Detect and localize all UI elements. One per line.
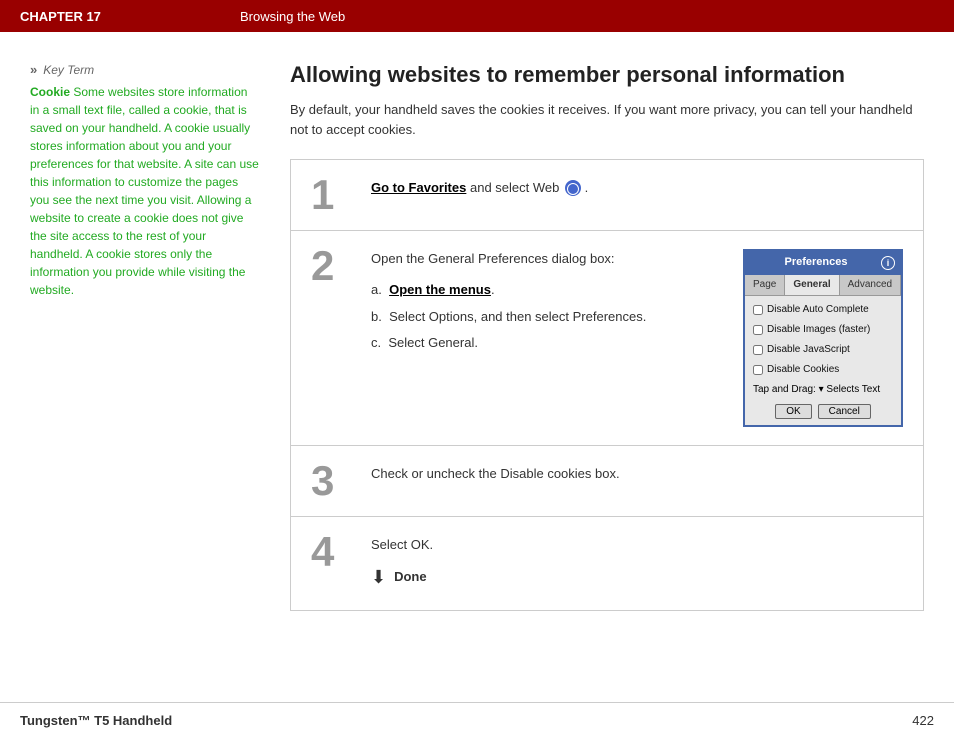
step-2-item-b: b. Select Options, and then select Prefe…: [371, 307, 723, 328]
info-icon[interactable]: i: [881, 256, 895, 270]
step-2-list: a. Open the menus. b. Select Options, an…: [371, 280, 723, 354]
step-4-number: 4: [291, 517, 371, 587]
step-3: 3 Check or uncheck the Disable cookies b…: [291, 446, 923, 517]
dialog-buttons: OK Cancel: [753, 404, 893, 419]
step-2-item-c: c. Select General.: [371, 333, 723, 354]
cookies-label: Disable Cookies: [767, 362, 839, 378]
step-3-text: Check or uncheck the Disable cookies box…: [371, 466, 620, 481]
main-content: » Key Term Cookie Some websites store in…: [0, 32, 954, 702]
javascript-label: Disable JavaScript: [767, 342, 850, 358]
cookies-checkbox[interactable]: [753, 365, 763, 375]
step-2-number: 2: [291, 231, 371, 301]
pref-row-autocomplete: Disable Auto Complete: [753, 302, 893, 318]
key-term-header: » Key Term: [30, 62, 260, 77]
brand-name: Tungsten™ T5 Handheld: [20, 713, 172, 728]
images-label: Disable Images (faster): [767, 322, 870, 338]
step-1-content: Go to Favorites and select Web .: [371, 160, 923, 217]
preferences-dialog: Preferences i Page General Advanced: [743, 249, 903, 427]
step-4: 4 Select OK. ⬇ Done: [291, 517, 923, 611]
pref-row-javascript: Disable JavaScript: [753, 342, 893, 358]
step-3-number: 3: [291, 446, 371, 516]
tab-page[interactable]: Page: [745, 275, 785, 295]
go-to-favorites-link[interactable]: Go to Favorites: [371, 180, 466, 195]
sidebar: » Key Term Cookie Some websites store in…: [0, 62, 280, 702]
pref-row-cookies: Disable Cookies: [753, 362, 893, 378]
key-term-body: Cookie Some websites store information i…: [30, 83, 260, 299]
tap-drag-value: ▾ Selects Text: [819, 384, 881, 395]
step-2-inner: Open the General Preferences dialog box:…: [371, 249, 903, 427]
chapter-label: CHAPTER 17: [20, 9, 240, 24]
step-1-text-after: and select Web: [470, 180, 563, 195]
step-3-content: Check or uncheck the Disable cookies box…: [371, 446, 923, 503]
step-4-content: Select OK. ⬇ Done: [371, 517, 923, 611]
done-arrow-icon: ⬇: [371, 563, 386, 592]
chapter-title: Browsing the Web: [240, 9, 345, 24]
open-menus-link[interactable]: Open the menus: [389, 282, 491, 297]
dialog-body: Disable Auto Complete Disable Images (fa…: [745, 296, 901, 425]
javascript-checkbox[interactable]: [753, 345, 763, 355]
done-row: ⬇ Done: [371, 563, 903, 592]
page-footer: Tungsten™ T5 Handheld 422: [0, 702, 954, 738]
web-icon: [565, 180, 581, 196]
tap-drag-label: Tap and Drag:: [753, 384, 819, 395]
tab-advanced[interactable]: Advanced: [840, 275, 901, 295]
footer-page-number: 422: [912, 713, 934, 728]
step-4-text: Select OK.: [371, 535, 903, 556]
step-1-period: .: [585, 180, 589, 195]
keyword-text: Some websites store information in a sma…: [30, 85, 259, 297]
dialog-title: Preferences: [751, 254, 881, 272]
images-checkbox[interactable]: [753, 325, 763, 335]
keyword: Cookie: [30, 85, 70, 99]
dialog-titlebar: Preferences i: [745, 251, 901, 275]
step-1: 1 Go to Favorites and select Web .: [291, 160, 923, 231]
step-2-text: Open the General Preferences dialog box:…: [371, 249, 723, 360]
autocomplete-checkbox[interactable]: [753, 305, 763, 315]
page-title: Allowing websites to remember personal i…: [290, 62, 924, 88]
step-2: 2 Open the General Preferences dialog bo…: [291, 231, 923, 446]
page-header: CHAPTER 17 Browsing the Web: [0, 0, 954, 32]
step-2-intro: Open the General Preferences dialog box:: [371, 249, 723, 270]
content-area: Allowing websites to remember personal i…: [280, 62, 954, 702]
step-1-number: 1: [291, 160, 371, 230]
dialog-ok-button[interactable]: OK: [775, 404, 811, 419]
dialog-cancel-button[interactable]: Cancel: [818, 404, 871, 419]
tap-drag-row: Tap and Drag: ▾ Selects Text: [753, 382, 893, 398]
step-2-content: Open the General Preferences dialog box:…: [371, 231, 923, 445]
tab-general[interactable]: General: [785, 275, 839, 295]
key-term-label: Key Term: [43, 63, 94, 77]
step-2-item-a: a. Open the menus.: [371, 280, 723, 301]
dialog-tabs: Page General Advanced: [745, 275, 901, 296]
done-label: Done: [394, 567, 427, 588]
pref-row-images: Disable Images (faster): [753, 322, 893, 338]
intro-text: By default, your handheld saves the cook…: [290, 100, 924, 139]
footer-brand: Tungsten™ T5 Handheld: [20, 713, 172, 728]
chevrons-icon: »: [30, 62, 37, 77]
steps-container: 1 Go to Favorites and select Web . 2 Ope…: [290, 159, 924, 611]
autocomplete-label: Disable Auto Complete: [767, 302, 869, 318]
